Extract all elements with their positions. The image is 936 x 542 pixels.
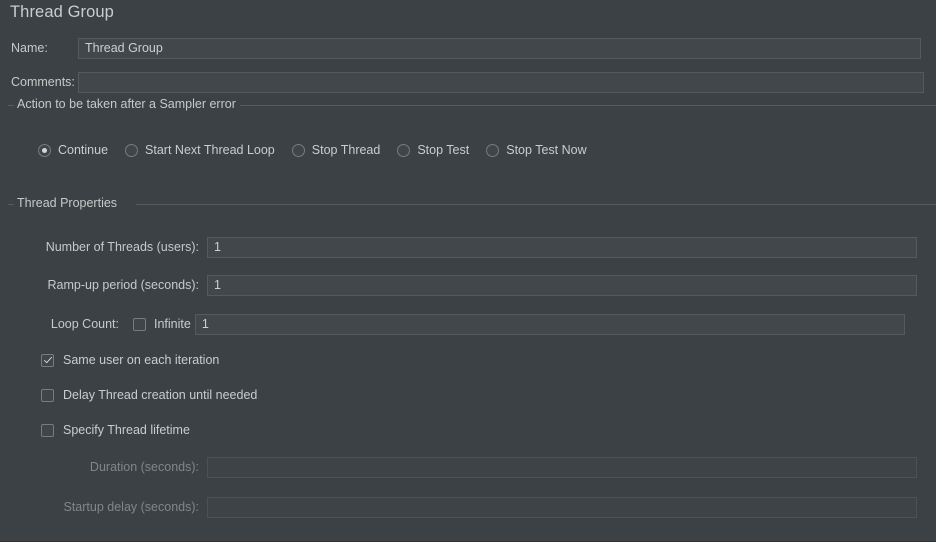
startup-delay-label: Startup delay (seconds): [63, 500, 200, 514]
checkbox-icon [133, 317, 146, 331]
radio-icon [291, 143, 305, 157]
startup-delay-row: Startup delay (seconds): [0, 496, 917, 518]
same-user-label: Same user on each iteration [63, 353, 220, 367]
radio-label: Continue [58, 143, 109, 157]
same-user-checkbox[interactable]: Same user on each iteration [41, 353, 219, 367]
radio-icon [125, 143, 139, 157]
delay-thread-creation-checkbox[interactable]: Delay Thread creation until needed [41, 388, 257, 402]
number-of-threads-row: Number of Threads (users): 1 [0, 236, 917, 258]
infinite-checkbox[interactable]: Infinite [133, 317, 191, 331]
radio-option-stop-thread[interactable]: Stop Thread [291, 143, 381, 157]
radio-option-stop-test[interactable]: Stop Test [397, 143, 469, 157]
number-of-threads-label: Number of Threads (users): [45, 240, 199, 254]
loop-count-row: Loop Count: Infinite 1 [0, 313, 905, 335]
comments-row: Comments: [0, 71, 936, 93]
comments-input[interactable] [78, 71, 924, 93]
group-border-right [214, 105, 936, 106]
ramp-up-period-label: Ramp-up period (seconds): [47, 278, 199, 292]
thread-properties-group: Thread Properties [0, 196, 936, 211]
radio-icon [397, 143, 411, 157]
duration-row: Duration (seconds): [0, 456, 917, 478]
name-input[interactable]: Thread Group [78, 37, 921, 59]
duration-input [207, 456, 917, 478]
radio-label: Stop Thread [311, 143, 381, 157]
checkbox-icon [41, 423, 54, 437]
radio-icon-selected [38, 143, 51, 157]
page-title: Thread Group [10, 3, 114, 21]
radio-option-continue[interactable]: Continue [38, 143, 108, 157]
radio-icon [486, 143, 500, 157]
duration-label: Duration (seconds): [89, 460, 199, 474]
name-label: Name: [11, 41, 48, 55]
radio-label: Stop Test [417, 143, 470, 157]
checkbox-checked-icon [41, 353, 54, 367]
sampler-error-radio-group: Continue Start Next Thread Loop Stop Thr… [38, 143, 604, 157]
sampler-error-group: Action to be taken after a Sampler error [0, 97, 936, 112]
ramp-up-period-input[interactable]: 1 [207, 274, 917, 296]
group-border-right [136, 204, 936, 205]
specify-thread-lifetime-checkbox[interactable]: Specify Thread lifetime [41, 423, 190, 437]
radio-option-start-next-thread-loop[interactable]: Start Next Thread Loop [125, 143, 275, 157]
loop-count-label: Loop Count: [50, 317, 119, 331]
radio-label: Start Next Thread Loop [145, 143, 275, 157]
name-row: Name: Thread Group [0, 37, 936, 59]
radio-option-stop-test-now[interactable]: Stop Test Now [486, 143, 587, 157]
ramp-up-period-row: Ramp-up period (seconds): 1 [0, 274, 917, 296]
delay-thread-creation-label: Delay Thread creation until needed [63, 388, 258, 402]
radio-label: Stop Test Now [506, 143, 587, 157]
thread-properties-caption: Thread Properties [14, 196, 122, 210]
thread-group-panel: Thread Group Name: Thread Group Comments… [0, 0, 936, 542]
startup-delay-input [207, 496, 917, 518]
specify-thread-lifetime-label: Specify Thread lifetime [63, 423, 190, 437]
number-of-threads-input[interactable]: 1 [207, 236, 917, 258]
checkbox-icon [41, 388, 54, 402]
sampler-error-caption: Action to be taken after a Sampler error [14, 97, 240, 111]
infinite-label: Infinite [154, 317, 191, 331]
loop-count-input[interactable]: 1 [194, 313, 905, 335]
comments-label: Comments: [11, 75, 75, 89]
